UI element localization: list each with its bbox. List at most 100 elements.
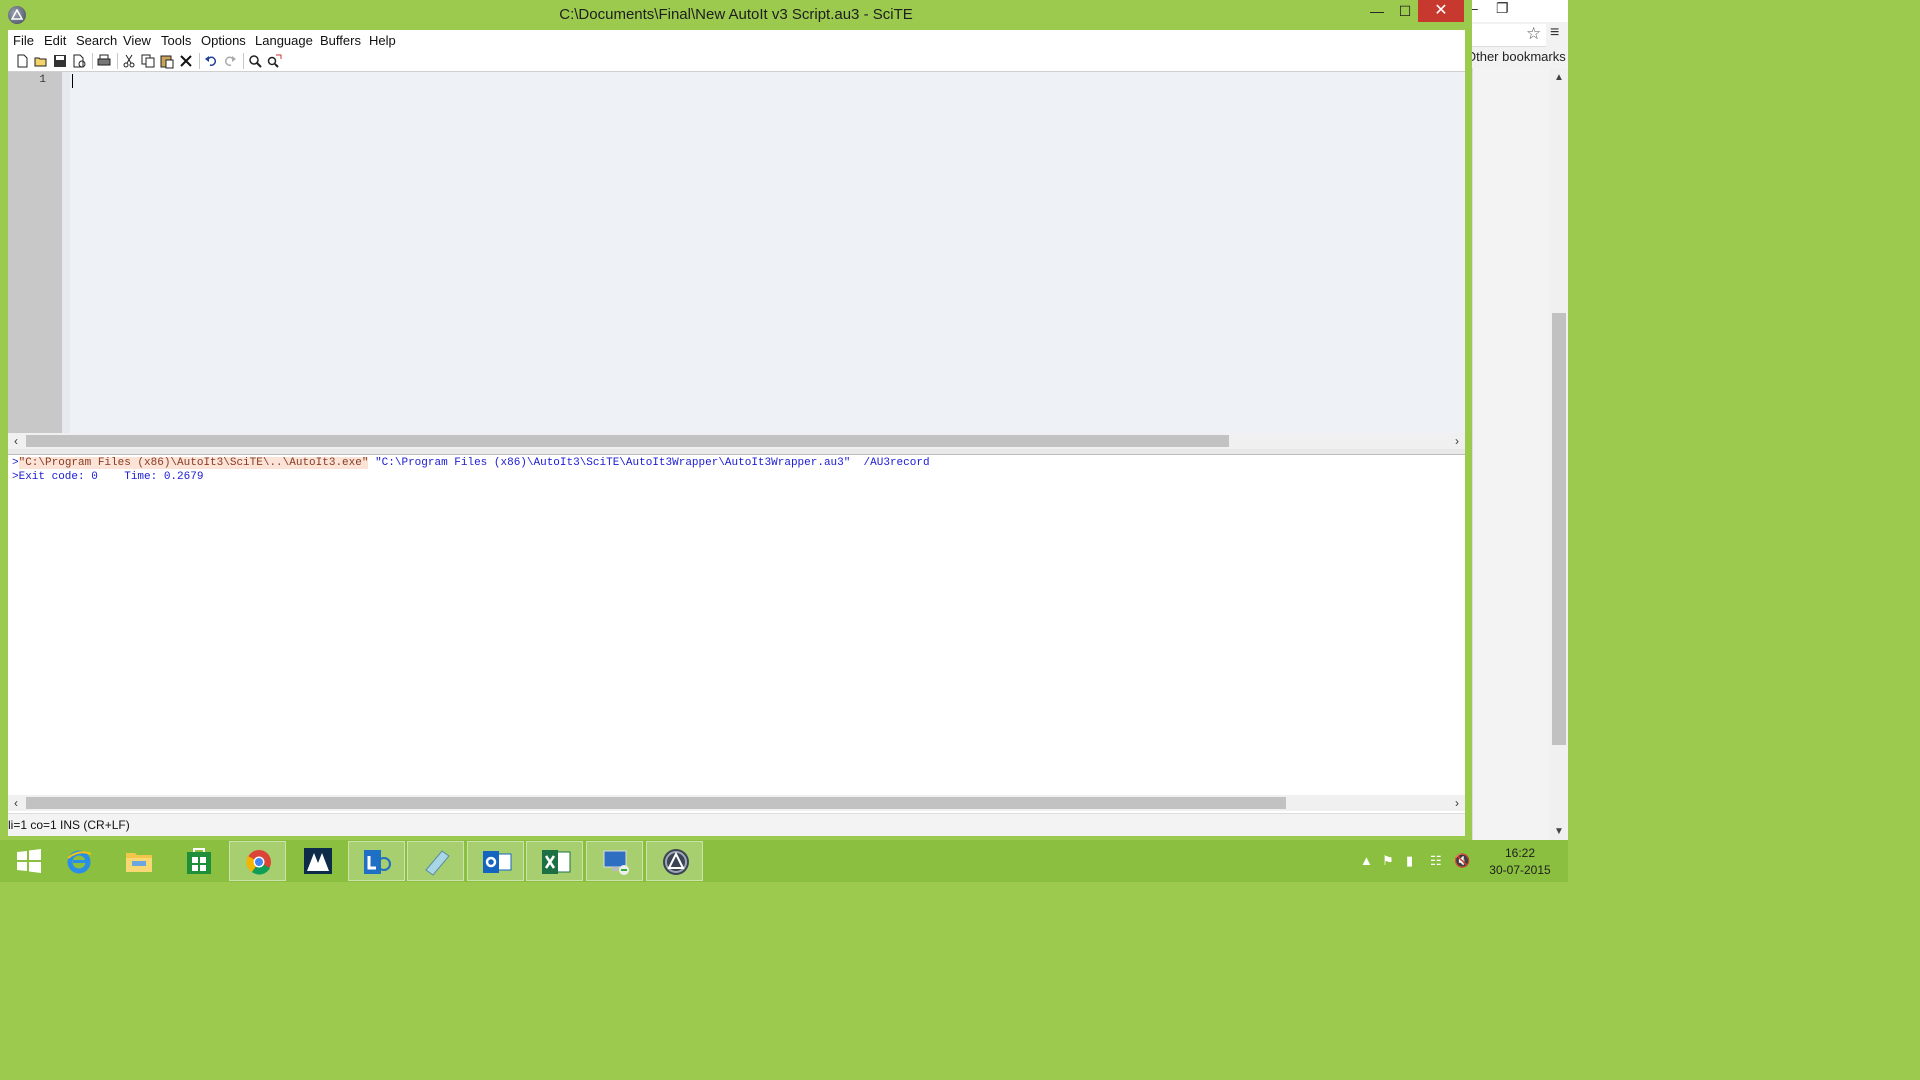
save-as-icon[interactable] [71, 53, 87, 69]
toolbar-separator [117, 53, 118, 69]
text-caret [72, 74, 73, 88]
chrome-icon [246, 850, 271, 875]
system-tray: ▲ ⚑ ▮ ☷ 🔇 [1356, 840, 1470, 882]
bookmark-star-icon[interactable]: ☆ [1526, 24, 1541, 44]
save-icon[interactable] [52, 53, 68, 69]
title-bar[interactable]: C:\Documents\Final\New AutoIt v3 Script.… [0, 0, 1472, 30]
scroll-right-arrow-icon[interactable]: › [1449, 433, 1465, 449]
delete-icon[interactable] [178, 53, 194, 69]
scroll-left-arrow-icon[interactable]: ‹ [8, 433, 24, 449]
network-icon[interactable]: ☷ [1430, 853, 1442, 869]
browser-scroll-thumb[interactable] [1552, 313, 1566, 745]
output-pane[interactable]: >"C:\Program Files (x86)\AutoIt3\SciTE\.… [8, 455, 1465, 795]
browser-titlebar: – ❐ [1466, 0, 1568, 22]
line-number: 1 [39, 74, 46, 86]
taskbar-remote-desktop[interactable] [586, 841, 643, 881]
undo-icon[interactable] [203, 53, 219, 69]
taskbar-lync[interactable] [348, 841, 405, 881]
line-number-margin: 1 [8, 72, 62, 433]
menu-view[interactable]: View [123, 33, 151, 48]
window-title: C:\Documents\Final\New AutoIt v3 Script.… [559, 6, 913, 23]
start-button[interactable] [0, 841, 57, 881]
action-center-flag-icon[interactable]: ⚑ [1382, 853, 1394, 869]
background-browser-window: – ❐ ☆ ≡ Other bookmarks ▲ ▼ [1466, 0, 1568, 840]
outlook-icon [483, 851, 512, 873]
browser-menu-icon[interactable]: ≡ [1550, 24, 1559, 42]
fold-margin[interactable] [62, 72, 70, 433]
taskbar-notes[interactable] [407, 841, 464, 881]
menu-options[interactable]: Options [201, 33, 246, 48]
folder-icon [126, 853, 152, 872]
taskbar-internet-explorer[interactable] [50, 841, 107, 881]
scite-client-area: File Edit Search View Tools Options Lang… [8, 30, 1465, 836]
scroll-up-arrow-icon[interactable]: ▲ [1554, 72, 1564, 83]
toolbar-separator [199, 53, 200, 69]
taskbar: ▲ ⚑ ▮ ☷ 🔇 16:22 30-07-2015 [0, 840, 1568, 882]
internet-explorer-icon [67, 850, 92, 874]
browser-vertical-scrollbar[interactable]: ▲ ▼ [1550, 68, 1568, 840]
browser-content [1472, 68, 1551, 840]
print-icon[interactable] [96, 53, 112, 69]
browser-restore-button[interactable]: ❐ [1496, 0, 1509, 17]
dynamics-icon [304, 848, 332, 874]
store-icon [187, 848, 211, 874]
close-button[interactable]: ✕ [1418, 0, 1464, 22]
output-prompt: > [12, 457, 19, 469]
menu-search[interactable]: Search [76, 33, 117, 48]
menu-help[interactable]: Help [369, 33, 396, 48]
scroll-right-arrow-icon[interactable]: › [1449, 795, 1465, 811]
taskbar-store[interactable] [170, 841, 227, 881]
scite-window: C:\Documents\Final\New AutoIt v3 Script.… [0, 0, 1472, 840]
menu-file[interactable]: File [13, 33, 34, 48]
output-exe-path: "C:\Program Files (x86)\AutoIt3\SciTE\..… [18, 457, 369, 469]
cut-icon[interactable] [121, 53, 137, 69]
excel-icon [542, 850, 571, 874]
open-file-icon[interactable] [33, 53, 49, 69]
output-command-line: >"C:\Program Files (x86)\AutoIt3\SciTE\.… [12, 457, 930, 469]
output-scroll-thumb[interactable] [26, 797, 1286, 809]
output-horizontal-scrollbar[interactable]: ‹ › [8, 795, 1465, 811]
windows-logo-icon [17, 849, 41, 873]
taskbar-excel[interactable] [526, 841, 583, 881]
lync-icon [364, 850, 391, 874]
toolbar-separator [92, 53, 93, 69]
scroll-down-arrow-icon[interactable]: ▼ [1554, 826, 1564, 837]
other-bookmarks-link[interactable]: Other bookmarks [1466, 49, 1566, 64]
taskbar-autoit-scite[interactable] [646, 841, 703, 881]
autoit-icon [663, 849, 689, 875]
notes-icon [425, 850, 450, 876]
status-bar: li=1 co=1 INS (CR+LF) [8, 813, 1465, 836]
code-editor[interactable]: 1 [8, 72, 1465, 433]
taskbar-chrome[interactable] [229, 841, 286, 881]
find-icon[interactable] [247, 53, 263, 69]
taskbar-clock[interactable]: 16:22 30-07-2015 [1478, 845, 1562, 879]
toolbar-separator [243, 53, 244, 69]
paste-icon[interactable] [159, 53, 175, 69]
replace-icon[interactable] [266, 53, 282, 69]
minimize-button[interactable]: — [1362, 0, 1392, 22]
taskbar-outlook[interactable] [467, 841, 524, 881]
new-file-icon[interactable] [14, 53, 30, 69]
remote-desktop-icon [603, 850, 629, 875]
toolbar [8, 51, 1465, 72]
taskbar-dynamics[interactable] [289, 841, 346, 881]
battery-icon[interactable]: ▮ [1406, 853, 1413, 869]
redo-icon[interactable] [222, 53, 238, 69]
status-text: li=1 co=1 INS (CR+LF) [8, 818, 130, 832]
volume-muted-icon[interactable]: 🔇 [1454, 853, 1470, 869]
menu-language[interactable]: Language [255, 33, 313, 48]
copy-icon[interactable] [140, 53, 156, 69]
show-hidden-icons-icon[interactable]: ▲ [1360, 853, 1373, 868]
editor-horizontal-scrollbar[interactable]: ‹ › [8, 433, 1465, 449]
scroll-left-arrow-icon[interactable]: ‹ [8, 795, 24, 811]
maximize-button[interactable]: ☐ [1390, 0, 1420, 22]
menu-tools[interactable]: Tools [161, 33, 191, 48]
clock-date: 30-07-2015 [1489, 863, 1551, 877]
taskbar-file-explorer[interactable] [110, 841, 167, 881]
menu-edit[interactable]: Edit [44, 33, 66, 48]
menu-bar: File Edit Search View Tools Options Lang… [8, 30, 1465, 52]
menu-buffers[interactable]: Buffers [320, 33, 361, 48]
output-exit-line: >Exit code: 0 Time: 0.2679 [12, 471, 204, 483]
editor-scroll-thumb[interactable] [26, 435, 1229, 447]
clock-time: 16:22 [1504, 846, 1536, 860]
